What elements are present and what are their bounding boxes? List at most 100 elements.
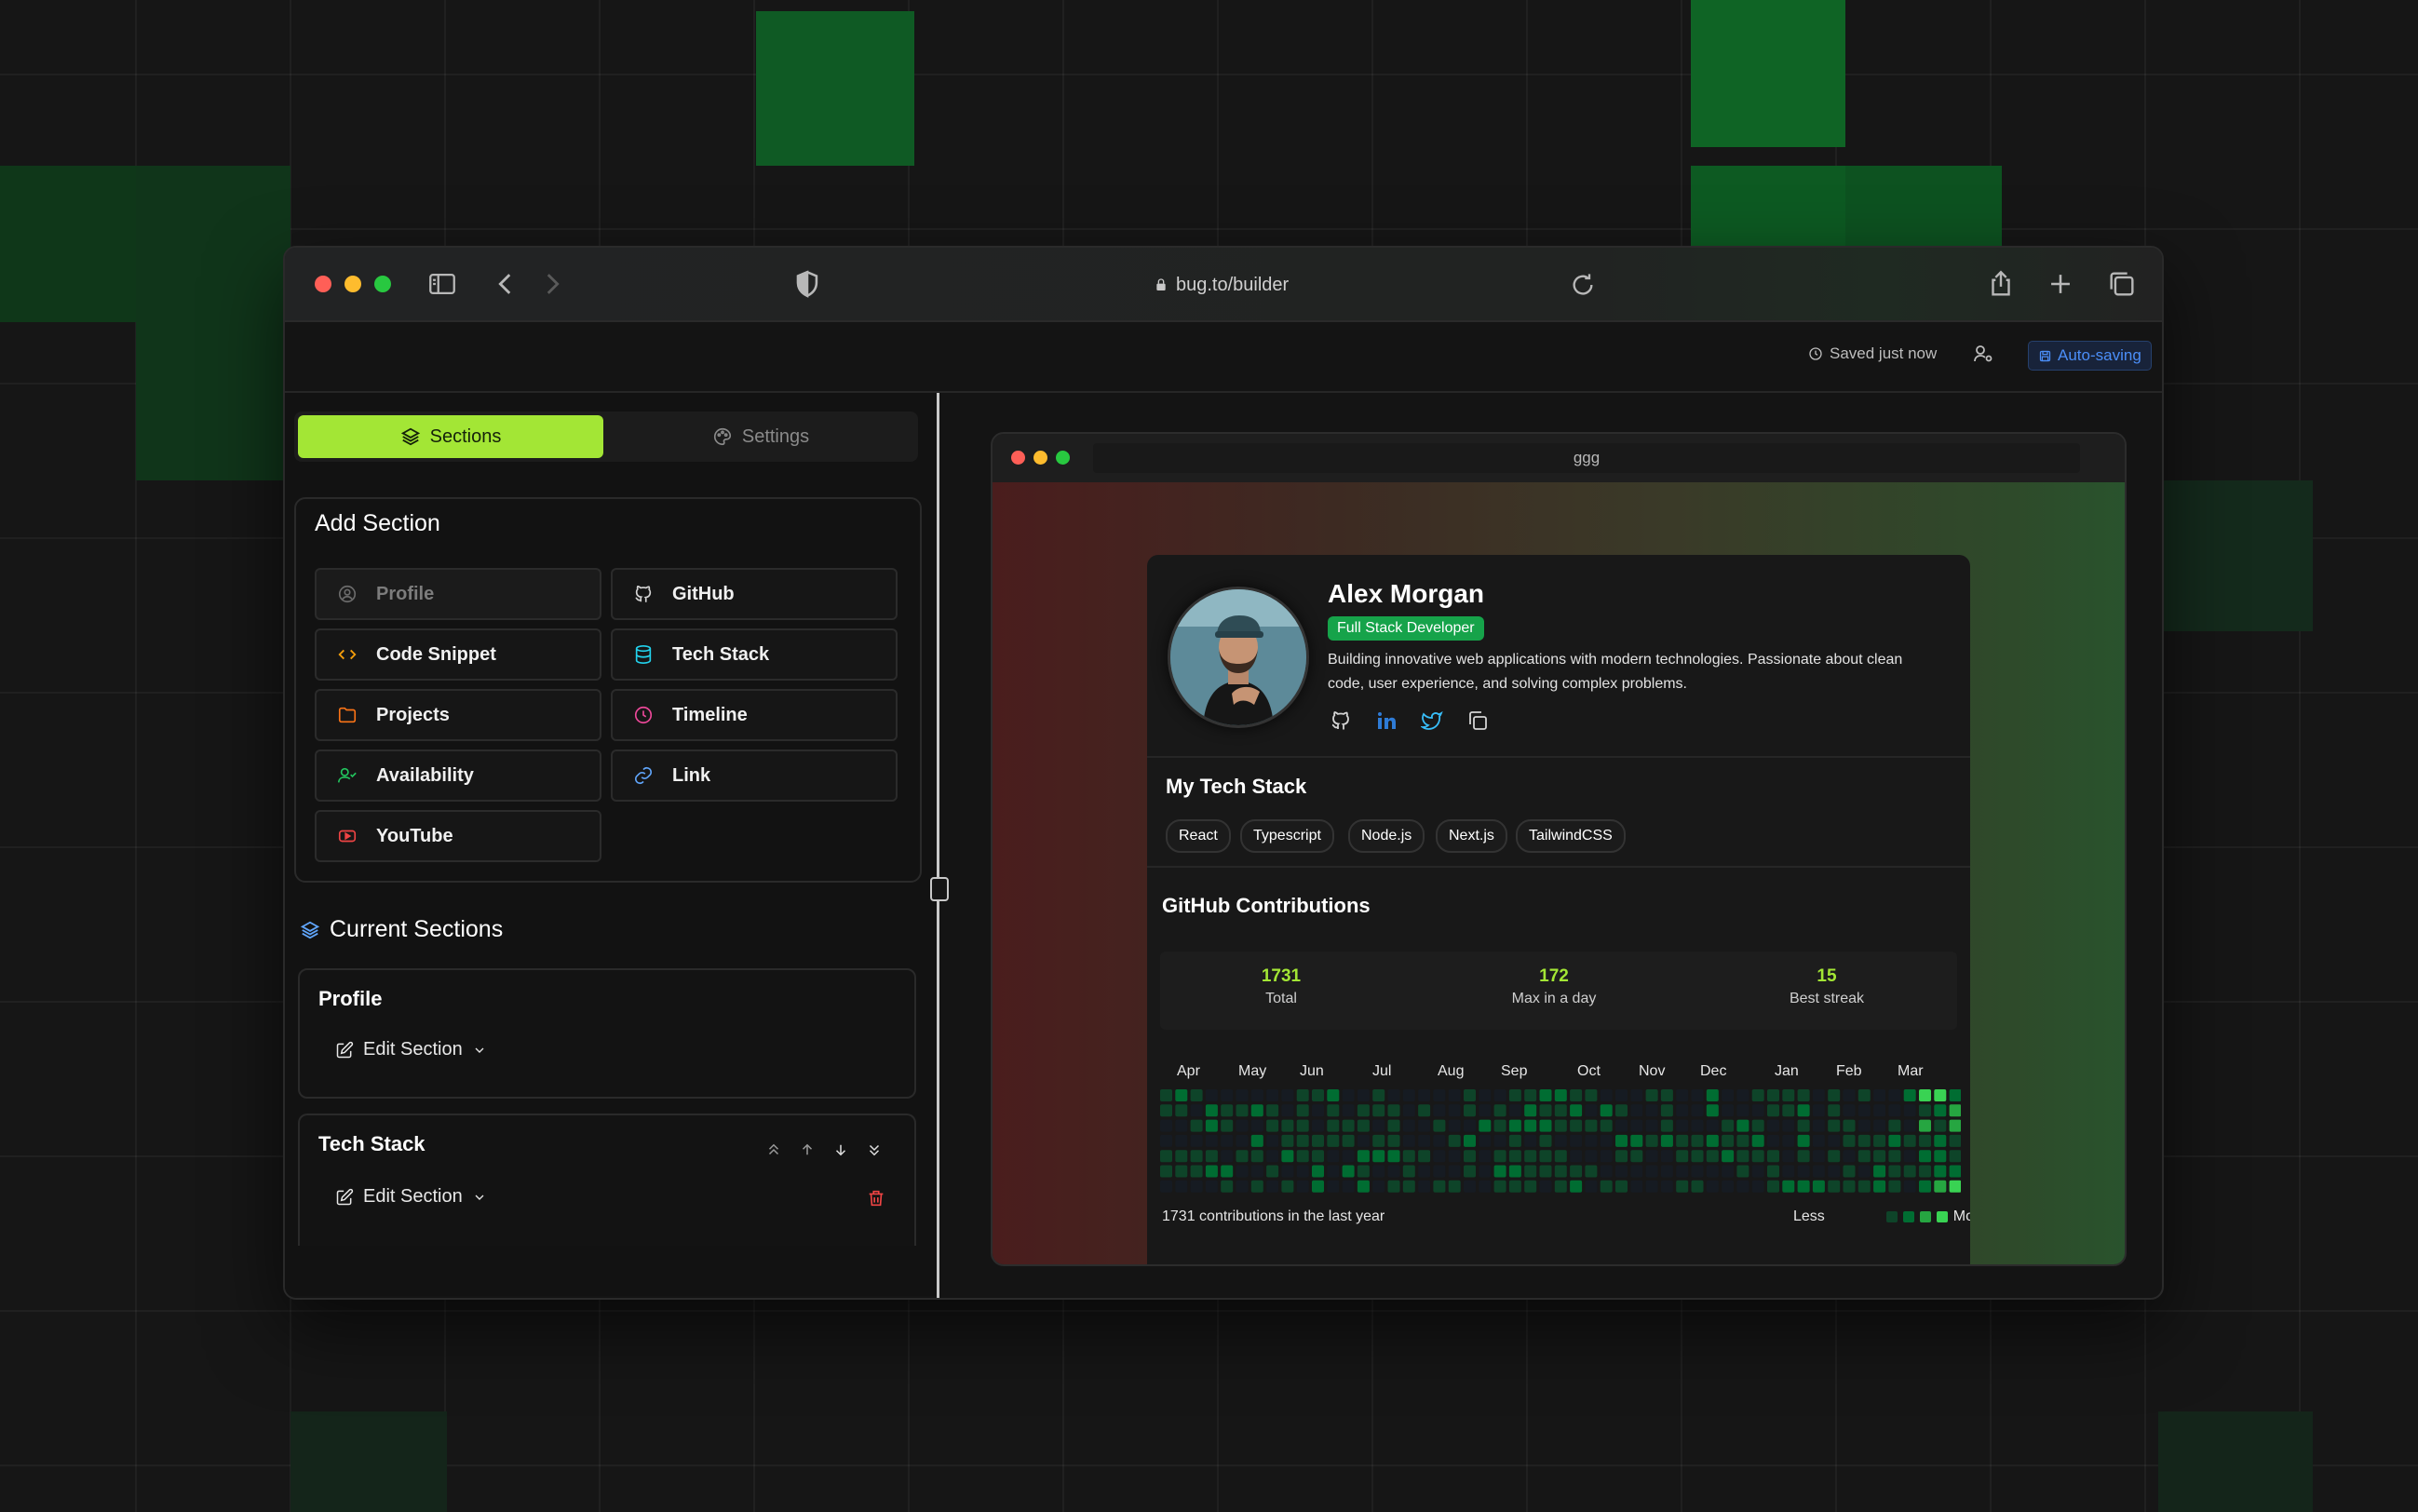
close-window-button[interactable]	[315, 276, 331, 292]
heatmap-cell	[1327, 1165, 1340, 1178]
sidebar-toggle-icon[interactable]	[426, 268, 458, 300]
heatmap-cell	[1676, 1165, 1689, 1178]
move-bottom-icon[interactable]	[866, 1141, 883, 1158]
heatmap-cell	[1630, 1134, 1643, 1147]
month-label: Aug	[1438, 1063, 1465, 1079]
linkedin-icon[interactable]	[1375, 709, 1398, 732]
heatmap-cell	[1751, 1180, 1764, 1193]
background-tile	[756, 11, 914, 166]
heatmap-cell	[1751, 1150, 1764, 1163]
add-availability-button[interactable]: Availability	[315, 749, 601, 802]
profile-name: Alex Morgan	[1328, 579, 1485, 608]
move-down-icon[interactable]	[832, 1141, 849, 1158]
back-icon[interactable]	[490, 268, 521, 300]
add-profile-button[interactable]: Profile	[315, 568, 601, 620]
heatmap-cell	[1448, 1165, 1461, 1178]
trash-icon[interactable]	[866, 1188, 886, 1208]
stat-label: Total	[1265, 991, 1297, 1006]
heatmap-cell	[1600, 1104, 1613, 1117]
heatmap-cell	[1600, 1134, 1613, 1147]
heatmap-cell	[1296, 1165, 1309, 1178]
tab-settings[interactable]: Settings	[607, 415, 914, 458]
heatmap-grid	[1160, 1089, 1962, 1193]
heatmap-cell	[1479, 1180, 1492, 1193]
heatmap-cell	[1767, 1180, 1779, 1193]
twitter-icon[interactable]	[1419, 709, 1443, 732]
add-timeline-button[interactable]: Timeline	[611, 689, 898, 741]
edit-section-button[interactable]: Edit Section	[335, 1039, 487, 1060]
heatmap-cell	[1205, 1089, 1218, 1101]
add-code-snippet-button[interactable]: Code Snippet	[315, 628, 601, 681]
resize-handle[interactable]	[930, 877, 949, 901]
heatmap-cell	[1221, 1180, 1234, 1193]
preview-close-dot	[1011, 451, 1025, 465]
contribution-summary: 1731 contributions in the last year	[1162, 1208, 1385, 1224]
edit-section-label: Edit Section	[363, 1039, 463, 1060]
heatmap-cell	[1660, 1150, 1673, 1163]
preview-url: ggg	[1093, 443, 2080, 473]
address-bar[interactable]: bug.to/builder	[1154, 272, 1396, 298]
heatmap-cell	[1812, 1089, 1825, 1101]
heatmap-cell	[1250, 1150, 1263, 1163]
heatmap-cell	[1706, 1119, 1719, 1132]
minimize-window-button[interactable]	[344, 276, 361, 292]
add-youtube-button[interactable]: YouTube	[315, 810, 601, 862]
edit-section-button[interactable]: Edit Section	[335, 1186, 487, 1208]
stat-label: Best streak	[1789, 991, 1865, 1006]
github-icon[interactable]	[1330, 709, 1352, 732]
heatmap-cell	[1508, 1180, 1521, 1193]
heatmap-cell	[1372, 1180, 1385, 1193]
user-circle-icon	[337, 584, 358, 604]
heatmap-cell	[1843, 1180, 1856, 1193]
forward-icon[interactable]	[536, 268, 568, 300]
heatmap-cell	[1296, 1104, 1309, 1117]
heatmap-cell	[1857, 1089, 1871, 1101]
heatmap-cell	[1281, 1165, 1294, 1178]
heatmap-cell	[1857, 1180, 1871, 1193]
heatmap-cell	[1645, 1104, 1658, 1117]
heatmap-cell	[1357, 1089, 1370, 1101]
move-top-icon[interactable]	[765, 1141, 782, 1158]
add-link-button[interactable]: Link	[611, 749, 898, 802]
add-tech-stack-button[interactable]: Tech Stack	[611, 628, 898, 681]
section-card-tech-stack: Tech Stack Edit Section	[298, 1114, 916, 1246]
heatmap-cell	[1782, 1104, 1795, 1117]
copy-icon[interactable]	[1466, 709, 1489, 732]
tab-sections[interactable]: Sections	[298, 415, 603, 458]
user-settings-icon[interactable]	[1972, 343, 1994, 365]
heatmap-cell	[1250, 1165, 1263, 1178]
month-label: Jan	[1775, 1063, 1799, 1079]
heatmap-cell	[1190, 1180, 1203, 1193]
panel-divider[interactable]	[937, 393, 939, 1298]
autosave-badge[interactable]: Auto-saving	[2028, 341, 2152, 371]
heatmap-cell	[1221, 1150, 1234, 1163]
new-tab-icon[interactable]	[2045, 268, 2076, 300]
heatmap-cell	[1524, 1089, 1537, 1101]
heatmap-cell	[1372, 1104, 1385, 1117]
heatmap-cell	[1508, 1134, 1521, 1147]
heatmap-cell	[1888, 1150, 1901, 1163]
heatmap-cell	[1357, 1165, 1370, 1178]
tab-overview-icon[interactable]	[2106, 268, 2138, 300]
heatmap-cell	[1585, 1134, 1598, 1147]
heatmap-cell	[1464, 1119, 1476, 1132]
tech-chip: Typescript	[1240, 819, 1334, 853]
heatmap-cell	[1843, 1134, 1856, 1147]
add-github-button[interactable]: GitHub	[611, 568, 898, 620]
heatmap-cell	[1342, 1150, 1355, 1163]
heatmap-cell	[1585, 1180, 1598, 1193]
heatmap-cell	[1281, 1134, 1294, 1147]
heatmap-cell	[1160, 1180, 1172, 1193]
heatmap-cell	[1387, 1104, 1400, 1117]
tab-sections-label: Sections	[429, 425, 502, 447]
heatmap-cell	[1660, 1134, 1673, 1147]
zoom-window-button[interactable]	[374, 276, 391, 292]
share-icon[interactable]	[1985, 268, 2017, 300]
heatmap-cell	[1873, 1134, 1886, 1147]
move-up-icon[interactable]	[799, 1141, 816, 1158]
add-projects-label: Projects	[376, 704, 450, 725]
shield-icon[interactable]	[791, 268, 823, 300]
add-projects-button[interactable]: Projects	[315, 689, 601, 741]
reload-icon[interactable]	[1570, 272, 1596, 298]
heatmap-cell	[1479, 1165, 1492, 1178]
